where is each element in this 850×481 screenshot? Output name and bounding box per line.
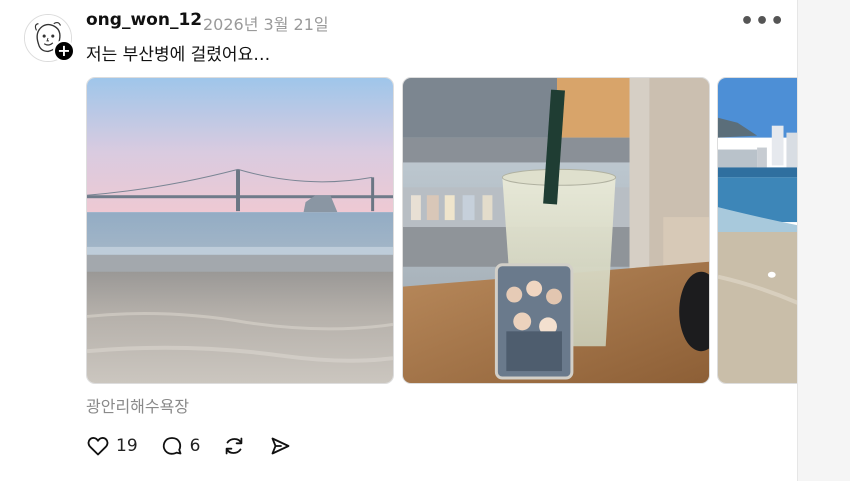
username[interactable]: ong_won_12 [86,10,202,30]
photo-beach-city[interactable] [717,77,797,384]
beach-bridge-photo-icon [87,78,393,383]
like-count: 19 [116,436,138,456]
photo-iced-drink[interactable] [402,77,710,384]
comment-icon [162,437,182,455]
iced-drink-photocard-photo-icon [403,78,709,383]
post-text: 저는 부산병에 걸렸어요… [86,45,271,65]
beach-city-photo-icon [718,78,797,383]
page-background [799,0,850,481]
post-card: + ong_won_12 2026년 3월 21일 저는 부산병에 걸렸어요… … [0,0,798,481]
comment-button[interactable]: 6 [160,434,201,458]
post-date[interactable]: 2026년 3월 21일 [203,11,329,35]
send-icon [272,437,290,455]
more-icon: ••• [740,9,786,34]
action-bar: 19 6 [86,432,314,460]
more-options-button[interactable]: ••• [740,8,784,36]
heart-icon [87,437,109,456]
comment-count: 6 [189,436,201,456]
repost-icon [226,437,243,455]
follow-button[interactable]: + [53,40,75,62]
photo-beach-bridge[interactable] [86,77,394,384]
share-button[interactable] [268,434,292,458]
location-tag[interactable]: 광안리해수욕장 [86,393,189,417]
plus-icon: + [57,41,71,60]
like-button[interactable]: 19 [86,434,138,458]
photo-carousel[interactable] [86,77,797,384]
repost-button[interactable] [222,434,246,458]
